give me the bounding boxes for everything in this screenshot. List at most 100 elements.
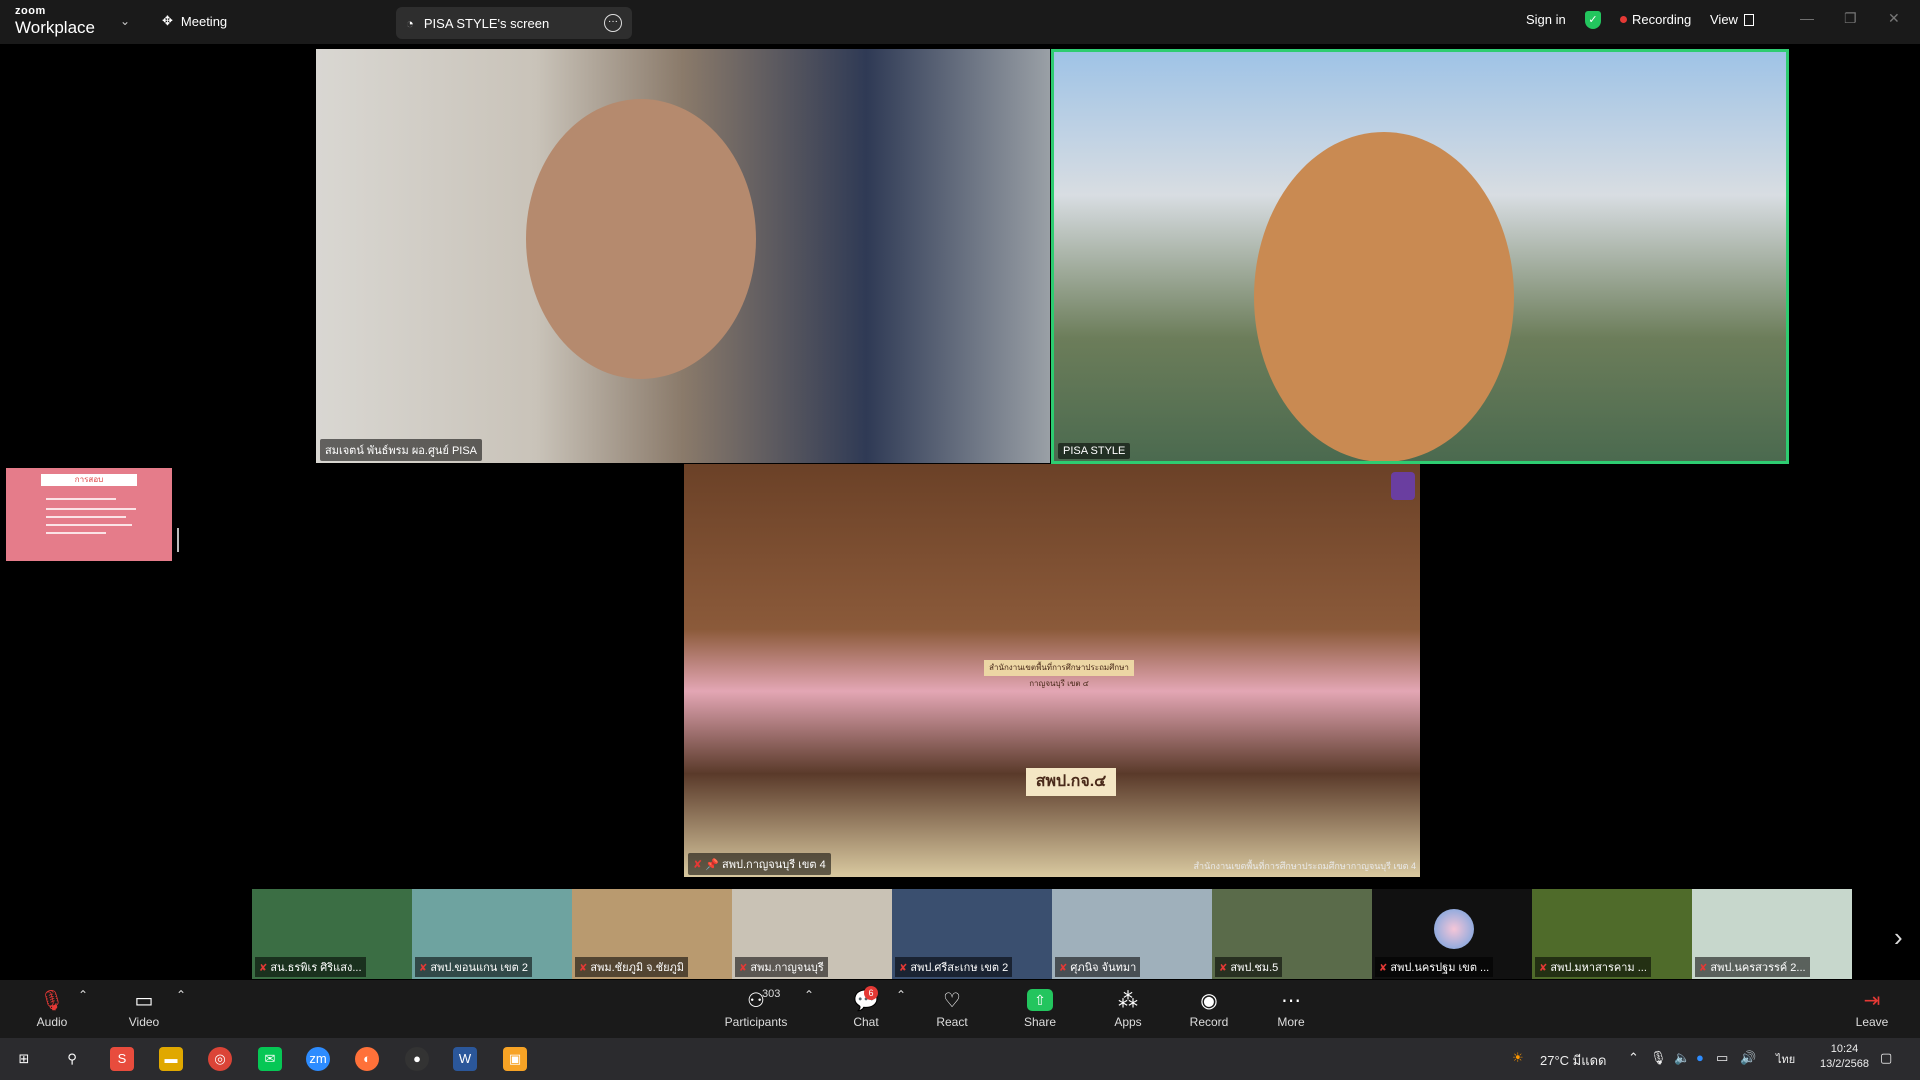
encryption-shield-icon[interactable]: ✓	[1585, 11, 1601, 29]
record-button[interactable]: ◉ Record	[1188, 988, 1230, 1029]
windows-start-icon[interactable]: ⊞	[12, 1047, 36, 1071]
share-button[interactable]: ⇧ Share	[1020, 988, 1060, 1029]
gallery-tile-name: ✘ สพป.ชม.5	[1215, 957, 1283, 977]
video-button[interactable]: ▭ Video	[126, 988, 162, 1029]
file-explorer-icon[interactable]: ▬	[159, 1047, 183, 1071]
app-s-icon[interactable]: S	[110, 1047, 134, 1071]
participants-caret-icon[interactable]: ⌃	[804, 988, 814, 1002]
chat-caret-icon[interactable]: ⌃	[896, 988, 906, 1002]
slide-line	[46, 508, 136, 510]
minimize-icon[interactable]: —	[1800, 10, 1814, 26]
video-tile-conference-room[interactable]: สำนักงานเขตพื้นที่การศึกษาประถมศึกษากาญจ…	[684, 464, 1420, 877]
gallery-tile-name: ✘ สพป.นครปฐม เขต ...	[1375, 957, 1494, 977]
participant-face	[526, 99, 756, 379]
muted-mic-icon: ✘	[899, 963, 908, 974]
chat-button[interactable]: 💬 6 Chat	[848, 986, 884, 1029]
top-bar: zoom Workplace ⌄ ✥ Meeting ◔ PISA STYLE'…	[0, 0, 1920, 44]
zoom-logo[interactable]: zoom Workplace	[15, 5, 95, 37]
gallery-tile[interactable]: ✘ สพป.ศรีสะเกษ เขต 2	[892, 889, 1052, 979]
audio-options-caret-icon[interactable]: ⌃	[78, 988, 88, 1002]
gallery-tile[interactable]: ✘ สพป.ชม.5	[1212, 889, 1372, 979]
gallery-tile-name: ✘ สพป.ศรีสะเกษ เขต 2	[895, 957, 1013, 977]
gallery-tile[interactable]: ✘ สพม.กาญจนบุรี	[732, 889, 892, 979]
mic-tray-icon[interactable]: 🎙	[1650, 1050, 1667, 1066]
shared-screen-pill[interactable]: ◔ PISA STYLE's screen ···	[396, 7, 632, 39]
notifications-icon[interactable]: ▢	[1880, 1050, 1892, 1066]
gallery-tile[interactable]: ✘ ศุภนิจ จันทมา	[1052, 889, 1212, 979]
gallery-tile[interactable]: ✘ สพม.ชัยภูมิ จ.ชัยภูมิ	[572, 889, 732, 979]
recording-dot-icon	[1620, 16, 1627, 23]
camera-app-icon[interactable]: ●	[405, 1047, 429, 1071]
apps-button[interactable]: ⁂ Apps	[1108, 988, 1148, 1029]
system-clock[interactable]: 10:24 13/2/2568	[1820, 1042, 1869, 1072]
gallery-tile-name: ✘ สพม.กาญจนบุรี	[735, 957, 828, 977]
gallery-tile[interactable]: ✘ สพป.นครสวรรค์ 2...	[1692, 889, 1852, 979]
participant-name: สมเจตน์ พันธ์พรม ผอ.ศูนย์ PISA	[320, 439, 483, 461]
apps-icon: ⁂	[1118, 990, 1138, 1012]
participants-label: Participants	[724, 1015, 788, 1029]
zoom-tray-icon[interactable]: ●	[1696, 1050, 1704, 1065]
shared-screen-thumbnail[interactable]: การสอบ	[6, 468, 172, 561]
firefox-icon[interactable]: ◐	[355, 1047, 379, 1071]
participants-button[interactable]: ⚇ 303 Participants	[722, 988, 790, 1029]
video-tile-active-speaker[interactable]: PISA STYLE	[1051, 49, 1789, 464]
volume-muted-icon[interactable]: 🔈	[1674, 1050, 1690, 1066]
paw-icon: ✥	[162, 13, 173, 28]
chevron-down-icon[interactable]: ⌄	[120, 14, 130, 28]
weather-text[interactable]: 27°C มีแดด	[1540, 1050, 1607, 1071]
leave-button[interactable]: ⇥ Leave	[1854, 988, 1890, 1029]
slide-header: การสอบ	[41, 474, 137, 486]
sign-in-link[interactable]: Sign in	[1526, 12, 1566, 27]
avatar-icon: ◔	[406, 15, 414, 31]
clock-time: 10:24	[1830, 1043, 1859, 1055]
meeting-menu[interactable]: ✥ Meeting	[162, 13, 227, 29]
participant-name: PISA STYLE	[1058, 443, 1131, 459]
react-button[interactable]: ♡ React	[932, 988, 972, 1029]
gallery-tile[interactable]: ✘ สพป.มหาสารคาม ...	[1532, 889, 1692, 979]
chrome-icon[interactable]: ◎	[208, 1047, 232, 1071]
slides-app-icon[interactable]: ▣	[503, 1047, 527, 1071]
room-nameplate: สพป.กจ.๔	[1026, 768, 1116, 796]
video-tile-host[interactable]: สมเจตน์ พันธ์พรม ผอ.ศูนย์ PISA	[316, 49, 1050, 463]
video-options-caret-icon[interactable]: ⌃	[176, 988, 186, 1002]
participant-name: ✘ 📌 สพป.กาญจนบุรี เขต 4	[688, 853, 831, 875]
room-watermark: สำนักงานเขตพื้นที่การศึกษาประถมศึกษากาญจ…	[1193, 861, 1416, 871]
chat-label: Chat	[853, 1015, 879, 1029]
view-label: View	[1710, 12, 1738, 27]
muted-mic-icon: 🎙	[39, 990, 65, 1012]
chevron-right-icon[interactable]: ›	[1894, 922, 1903, 953]
speaker-icon[interactable]: 🔊	[1740, 1050, 1756, 1066]
zoom-app-icon[interactable]: zm	[306, 1047, 330, 1071]
grid-view-icon	[1743, 13, 1754, 26]
clock-date: 13/2/2568	[1820, 1058, 1869, 1070]
slide-line	[46, 516, 126, 518]
leave-icon: ⇥	[1863, 990, 1881, 1012]
more-button[interactable]: ⋯ More	[1272, 988, 1310, 1029]
restore-icon[interactable]: ❐	[1844, 10, 1857, 27]
gallery-tile[interactable]: ✘ สน.ธรพิเร ศิริแสง...	[252, 889, 412, 979]
word-icon[interactable]: W	[453, 1047, 477, 1071]
record-label: Record	[1189, 1015, 1229, 1029]
recording-indicator[interactable]: Recording	[1620, 12, 1691, 27]
search-icon[interactable]: ⚲	[60, 1047, 84, 1071]
input-language[interactable]: ไทย	[1776, 1050, 1795, 1068]
gallery-tile[interactable]: ✘ สพป.ขอนแกน เขต 2	[412, 889, 572, 979]
muted-mic-icon: ✘	[1699, 963, 1708, 974]
gallery-tile-name: ✘ สพป.มหาสารคาม ...	[1535, 957, 1651, 977]
slide-line	[46, 498, 116, 500]
tray-expand-icon[interactable]: ⌃	[1628, 1050, 1639, 1066]
avatar	[1434, 909, 1474, 949]
close-icon[interactable]: ✕	[1888, 10, 1900, 27]
brand-small: zoom	[15, 5, 46, 17]
view-button[interactable]: View	[1710, 12, 1754, 27]
gallery-tile-name: ✘ สพม.ชัยภูมิ จ.ชัยภูมิ	[575, 957, 689, 977]
participants-count: 303	[762, 988, 781, 1000]
more-options-icon[interactable]: ···	[604, 14, 622, 32]
line-icon[interactable]: ✉	[258, 1047, 282, 1071]
recording-label: Recording	[1632, 12, 1692, 27]
thumbnail-resize-handle[interactable]	[177, 528, 179, 552]
gallery-tile[interactable]: ✘ สพป.นครปฐม เขต ...	[1372, 889, 1532, 979]
gallery-tile-name: ✘ สพป.นครสวรรค์ 2...	[1695, 957, 1810, 977]
network-icon[interactable]: ▭	[1716, 1050, 1728, 1066]
audio-button[interactable]: 🎙 Audio	[34, 988, 70, 1029]
